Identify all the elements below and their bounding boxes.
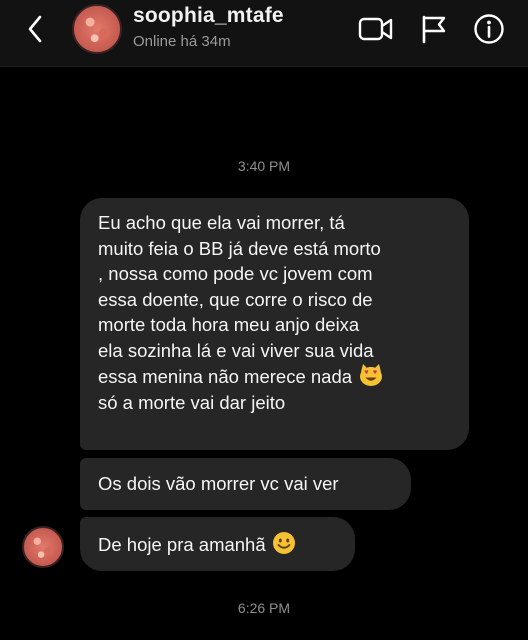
message-timestamp: 6:26 PM [237,600,291,616]
message-line: muito feia o BB já deve está morto [98,237,381,259]
message-bubble[interactable]: De hoje pra amanhã [80,517,355,571]
message-line: , nossa como pode vc jovem com [98,263,373,284]
message-line: morte toda hora meu anjo deixa [98,314,360,335]
video-camera-icon [358,17,393,41]
sender-avatar[interactable] [22,526,64,568]
username[interactable]: soophia_mtafe [133,4,284,28]
message-timestamp: 3:40 PM [237,158,291,174]
message-line: Eu acho que ela vai morrer, tá [98,212,345,233]
message-line: só a morte vai dar jeito [98,391,286,413]
message-line-with-emoji: De hoje pra amanhã [98,531,337,558]
info-button[interactable] [470,10,508,48]
info-icon [474,14,504,44]
heart-eyes-cat-emoji [360,364,383,386]
avatar[interactable] [72,4,122,54]
message-text: De hoje pra amanhã [98,534,266,555]
message-line: ela sozinha lá e vai viver sua vida [98,339,374,361]
smiling-face-emoji [272,532,295,554]
message-bubble[interactable]: Eu acho que ela vai morrer, tá muito fei… [80,198,469,450]
conversation-header: soophia_mtafe Online há 34m [0,0,528,67]
message-line: essa menina não merece nada [98,366,353,387]
back-button[interactable] [18,12,52,46]
chevron-left-icon [28,15,42,43]
message-line-with-emoji: essa menina não merece nada [98,363,451,390]
flag-icon [422,15,446,44]
video-call-button[interactable] [357,10,395,48]
online-status: Online há 34m [133,33,231,50]
message-text: Os dois vão morrer vc vai ver [98,473,339,494]
message-bubble[interactable]: Os dois vão morrer vc vai ver [80,458,411,510]
message-line: essa doente, que corre o risco de [98,288,373,310]
report-button[interactable] [415,10,453,48]
